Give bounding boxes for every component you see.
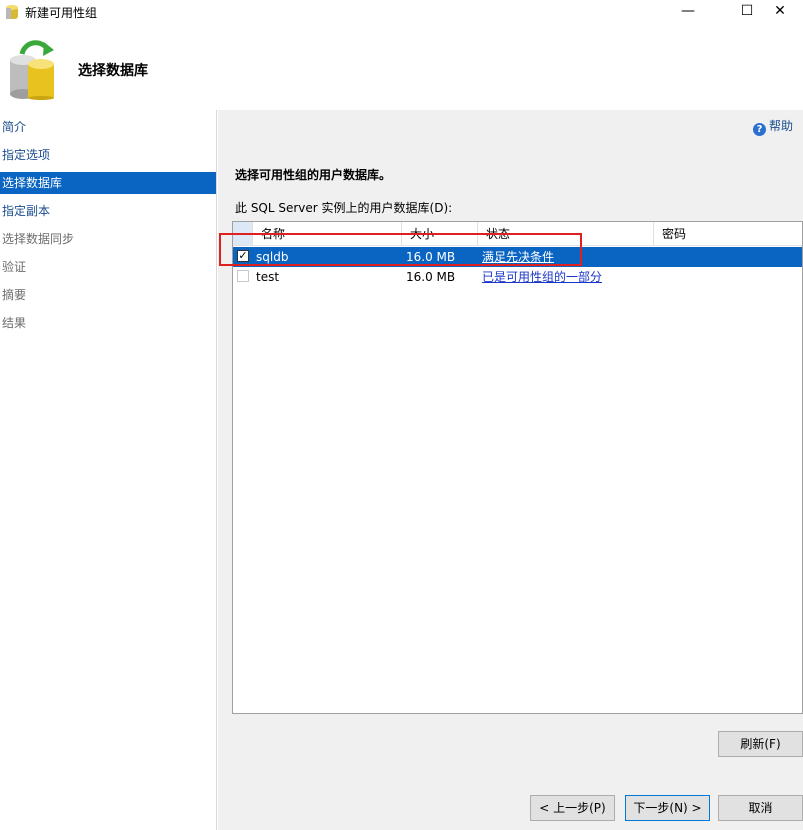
grid-header: 名称 大小 状态 密码	[233, 222, 802, 246]
help-label: 帮助	[768, 119, 793, 133]
row-status-link[interactable]: 满足先决条件	[482, 247, 554, 267]
row-name: test	[256, 270, 280, 284]
sidebar-item-validation: 验证	[2, 260, 27, 274]
sidebar-item-data-sync: 选择数据同步	[2, 232, 75, 246]
table-row[interactable]: ✓ sqldb 16.0 MB 满足先决条件	[233, 247, 802, 267]
help-link[interactable]: ? 帮助	[752, 118, 793, 136]
sidebar-item-results: 结果	[2, 316, 27, 330]
row-size: 16.0 MB	[406, 250, 456, 264]
column-header-status[interactable]: 状态	[478, 222, 654, 246]
instruction-text: 选择可用性组的用户数据库。	[235, 168, 392, 182]
row-checkbox[interactable]: ✓	[237, 250, 249, 262]
close-button[interactable]: ✕	[757, 0, 803, 24]
sidebar-item-intro[interactable]: 简介	[0, 116, 216, 138]
database-refresh-icon	[10, 40, 54, 100]
help-icon: ?	[752, 123, 766, 136]
table-row[interactable]: test 16.0 MB 已是可用性组的一部分	[233, 267, 802, 287]
row-size: 16.0 MB	[406, 270, 456, 284]
window-title: 新建可用性组	[25, 6, 98, 20]
next-button[interactable]: 下一步(N) >	[625, 795, 710, 821]
column-header-size[interactable]: 大小	[402, 222, 478, 246]
database-grid: 名称 大小 状态 密码 ✓ sqldb 16.0 MB 满足先决条件 test …	[232, 221, 803, 714]
column-header-password[interactable]: 密码	[654, 222, 802, 246]
grid-label: 此 SQL Server 实例上的用户数据库(D):	[235, 201, 453, 215]
wizard-sidebar: 简介 指定选项 选择数据库 指定副本 选择数据同步 验证 摘要 结果	[0, 110, 217, 830]
cancel-button[interactable]: 取消	[718, 795, 803, 821]
column-header-name[interactable]: 名称	[253, 222, 402, 246]
row-checkbox[interactable]	[237, 270, 249, 282]
previous-button[interactable]: < 上一步(P)	[530, 795, 615, 821]
minimize-button[interactable]: —	[665, 0, 711, 24]
main-panel: ? 帮助 选择可用性组的用户数据库。 此 SQL Server 实例上的用户数据库…	[218, 110, 803, 830]
refresh-button[interactable]: 刷新(F)	[718, 731, 803, 757]
wizard-header: 选择数据库	[0, 24, 803, 110]
sidebar-item-options[interactable]: 指定选项	[0, 144, 216, 166]
page-title: 选择数据库	[78, 63, 148, 79]
select-all-header[interactable]	[233, 222, 253, 246]
row-status-link[interactable]: 已是可用性组的一部分	[482, 267, 602, 287]
sidebar-item-replicas[interactable]: 指定副本	[0, 200, 216, 222]
app-database-icon	[6, 5, 18, 19]
title-bar: 新建可用性组 — ☐ ✕	[0, 0, 803, 24]
sidebar-item-summary: 摘要	[2, 288, 27, 302]
sidebar-item-select-databases[interactable]: 选择数据库	[0, 172, 216, 194]
row-name: sqldb	[256, 250, 289, 264]
